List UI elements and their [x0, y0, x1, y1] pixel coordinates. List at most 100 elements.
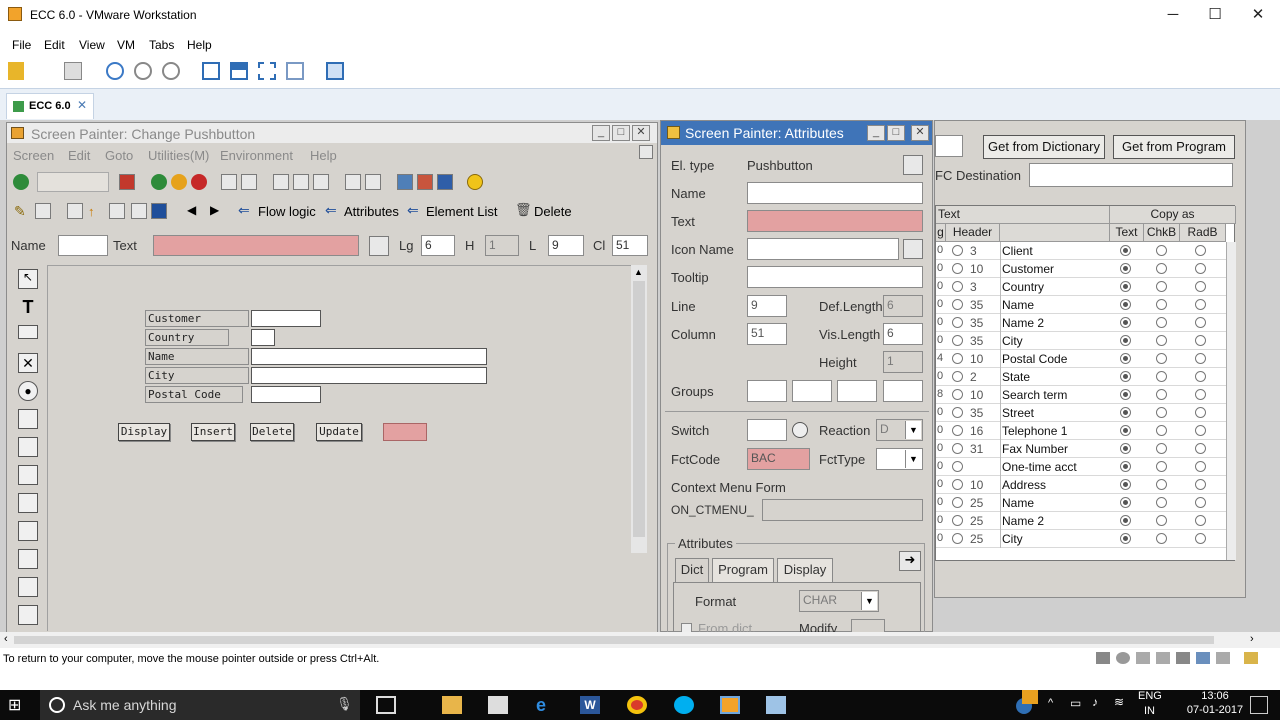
copy-as-chkb-radio[interactable] — [1156, 461, 1167, 472]
copy-as-chkb-radio[interactable] — [1156, 479, 1167, 490]
library-icon[interactable] — [202, 62, 220, 80]
display-pushbutton[interactable]: Display — [118, 423, 170, 441]
copy-as-chkb-radio[interactable] — [1156, 317, 1167, 328]
header-radio[interactable] — [952, 533, 963, 544]
copy-as-radb-radio[interactable] — [1195, 245, 1206, 256]
format-select[interactable]: CHAR ▼ — [799, 590, 879, 612]
scroll-thumb[interactable] — [633, 281, 645, 537]
message-icon[interactable] — [1244, 652, 1258, 664]
pointer-tool-icon[interactable]: ↖ — [18, 269, 38, 289]
generate-shortcut-icon[interactable] — [417, 174, 433, 190]
modify-select[interactable] — [851, 619, 885, 633]
copy-as-chkb-radio[interactable] — [1156, 515, 1167, 526]
header-radio[interactable] — [952, 245, 963, 256]
activate-icon[interactable]: ↑ — [87, 203, 103, 219]
table-row[interactable]: 0 One-time acct — [936, 458, 1226, 476]
copy-as-text-radio[interactable] — [1120, 317, 1131, 328]
painter-minimize-button[interactable]: _ — [592, 125, 610, 141]
header-radio[interactable] — [952, 497, 963, 508]
pause-icon[interactable] — [8, 62, 24, 80]
fcttype-select[interactable]: ▼ — [876, 448, 923, 470]
copy-as-radb-radio[interactable] — [1195, 317, 1206, 328]
table-row[interactable]: 0 31 Fax Number — [936, 440, 1226, 458]
table-row[interactable]: 0 10 Address — [936, 476, 1226, 494]
copy-as-radb-radio[interactable] — [1195, 263, 1206, 274]
copy-as-radb-radio[interactable] — [1195, 497, 1206, 508]
word-icon[interactable]: W — [580, 696, 600, 714]
painter-maximize-button[interactable]: □ — [612, 125, 630, 141]
store-icon[interactable] — [488, 696, 508, 714]
copy-as-chkb-radio[interactable] — [1156, 263, 1167, 274]
next-icon[interactable]: ▶ — [210, 203, 219, 217]
line-field[interactable]: 9 — [747, 295, 787, 317]
header-radio[interactable] — [952, 317, 963, 328]
tab-ecc[interactable]: ECC 6.0 ✕ — [6, 93, 94, 119]
header-radio[interactable] — [952, 443, 963, 454]
copy-as-radb-radio[interactable] — [1195, 407, 1206, 418]
copy-as-radb-radio[interactable] — [1195, 533, 1206, 544]
sap-logon-icon[interactable] — [766, 696, 786, 714]
fullscreen-icon[interactable] — [258, 62, 276, 80]
display-icon[interactable] — [1216, 652, 1230, 664]
scroll-up-icon[interactable]: ▲ — [634, 267, 643, 277]
table-row[interactable]: 0 2 State — [936, 368, 1226, 386]
where-used-icon[interactable] — [131, 203, 147, 219]
copy-as-radb-radio[interactable] — [1195, 425, 1206, 436]
rfc-destination-field[interactable] — [1029, 163, 1233, 187]
table-row[interactable]: 0 25 Name — [936, 494, 1226, 512]
snapshot-icon[interactable] — [106, 62, 124, 80]
chrome-icon[interactable] — [627, 696, 647, 714]
copy-as-text-radio[interactable] — [1120, 479, 1131, 490]
icon-name-field[interactable] — [747, 238, 899, 260]
table-row[interactable]: 0 35 Name 2 — [936, 314, 1226, 332]
network-icon[interactable] — [1136, 652, 1150, 664]
menu-goto[interactable]: Goto — [105, 148, 133, 163]
screen-layout-canvas[interactable]: Customer Country Name City Postal Code D… — [47, 265, 631, 631]
name-field[interactable] — [58, 235, 108, 256]
grid-scrollbar[interactable] — [1226, 242, 1236, 560]
label-name[interactable]: Name — [145, 348, 249, 365]
label-postal-code[interactable]: Postal Code — [145, 386, 243, 403]
cortana-search-box[interactable]: Ask me anything 🎙 — [40, 690, 360, 720]
label-country[interactable]: Country — [145, 329, 229, 346]
copy-as-radb-radio[interactable] — [1195, 461, 1206, 472]
revert-snapshot-icon[interactable] — [134, 62, 152, 80]
table-row[interactable]: 8 10 Search term — [936, 386, 1226, 404]
copy-as-radb-radio[interactable] — [1195, 479, 1206, 490]
label-city[interactable]: City — [145, 367, 249, 384]
icon-select-icon[interactable] — [903, 239, 923, 259]
clock[interactable]: 13:06 07-01-2017 — [1185, 690, 1245, 720]
painter-close-button[interactable]: ✕ — [632, 125, 650, 141]
copy-as-text-radio[interactable] — [1120, 299, 1131, 310]
copy-as-text-radio[interactable] — [1120, 353, 1131, 364]
header-radio[interactable] — [952, 371, 963, 382]
tray-chevron-icon[interactable]: ^ — [1048, 697, 1053, 709]
switch-field[interactable] — [747, 419, 787, 441]
menu-edit[interactable]: Edit — [44, 38, 65, 52]
menu-utilities[interactable]: Utilities(M) — [148, 148, 209, 163]
copy-as-radb-radio[interactable] — [1195, 371, 1206, 382]
copy-as-text-radio[interactable] — [1120, 533, 1131, 544]
group3-field[interactable] — [837, 380, 877, 402]
print-icon[interactable] — [221, 174, 237, 190]
table-control-tool-icon[interactable] — [18, 549, 38, 569]
table-row[interactable]: 0 35 Street — [936, 404, 1226, 422]
checkbox-tool-icon[interactable]: ✕ — [18, 353, 38, 373]
create-session-icon[interactable] — [397, 174, 413, 190]
switch-help-icon[interactable] — [792, 422, 808, 438]
update-pushbutton[interactable]: Update — [316, 423, 362, 441]
tray-battery-icon[interactable]: ▭ — [1070, 696, 1081, 710]
tray-alert-icon[interactable] — [1022, 690, 1038, 704]
attr-name-field[interactable] — [747, 182, 923, 204]
get-from-dictionary-button[interactable]: Get from Dictionary — [983, 135, 1105, 159]
input-city[interactable] — [251, 367, 487, 384]
action-center-icon[interactable] — [1250, 696, 1268, 714]
cd-icon[interactable] — [1116, 652, 1130, 664]
attr-maximize-button[interactable]: □ — [887, 125, 905, 141]
tab-program[interactable]: Program — [712, 558, 774, 582]
copy-as-chkb-radio[interactable] — [1156, 281, 1167, 292]
header-radio[interactable] — [952, 281, 963, 292]
table-row[interactable]: 0 35 Name — [936, 296, 1226, 314]
previous-icon[interactable]: ◀ — [187, 203, 196, 217]
insert-pushbutton[interactable]: Insert — [191, 423, 235, 441]
